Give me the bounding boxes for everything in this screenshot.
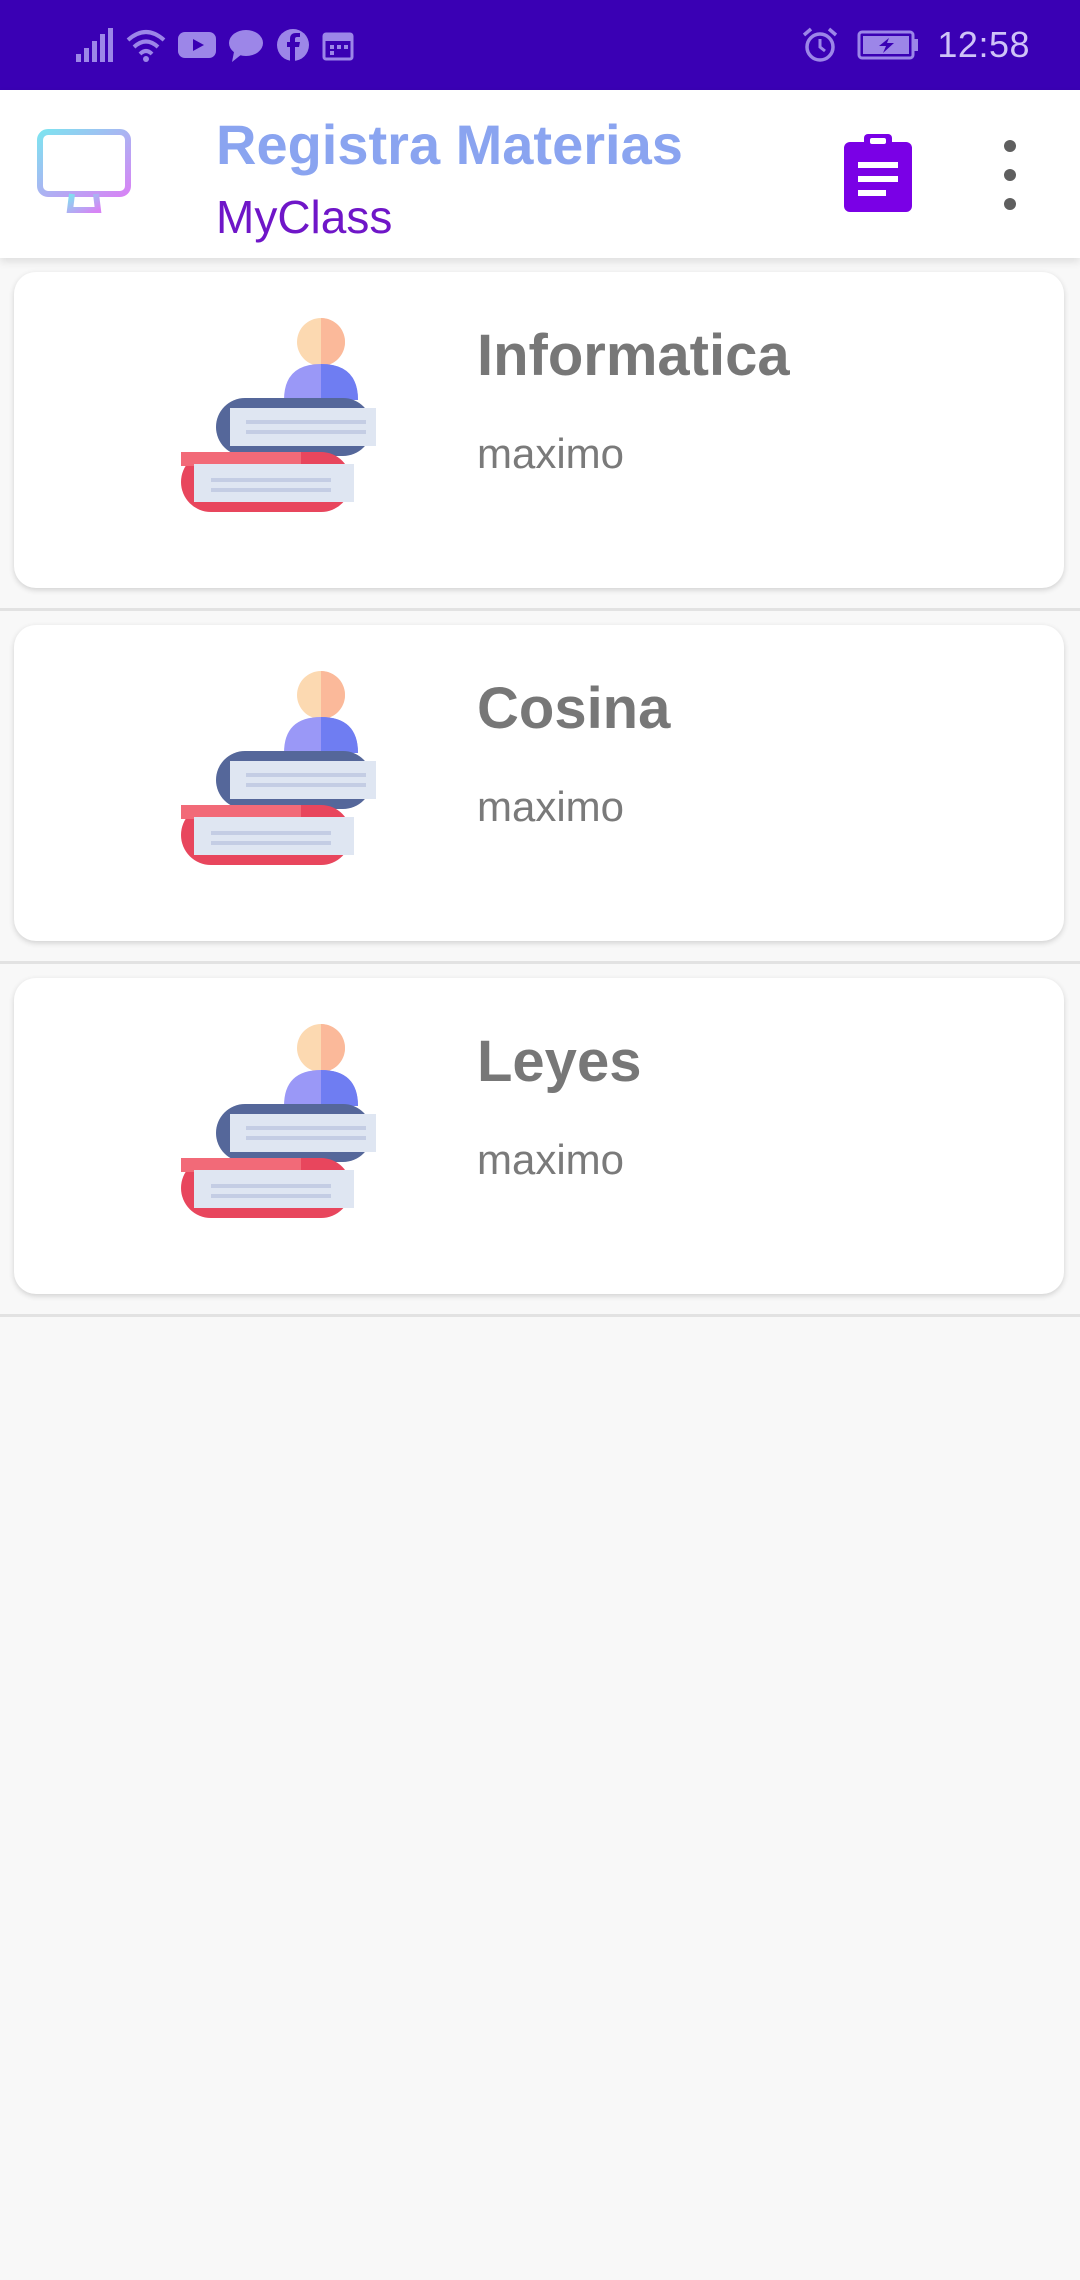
subject-list: Informatica maximo Cosina maximo Leyes m… xyxy=(0,258,1080,1317)
subject-card[interactable]: Cosina maximo xyxy=(14,625,1064,941)
status-bar: 12:58 xyxy=(0,0,1080,90)
app-subtitle: MyClass xyxy=(216,191,393,243)
subject-card[interactable]: Informatica maximo xyxy=(14,272,1064,588)
books-student-icon xyxy=(181,1024,376,1218)
app-bar: Registra Materias MyClass xyxy=(0,90,1080,258)
status-time: 12:58 xyxy=(937,24,1030,65)
battery-charging-icon xyxy=(857,30,919,60)
menu-dot xyxy=(1004,140,1016,152)
monitor-icon xyxy=(37,129,131,213)
clipboard-icon[interactable] xyxy=(842,134,914,214)
books-student-icon xyxy=(181,671,376,865)
subject-teacher: maximo xyxy=(477,783,625,830)
facebook-icon xyxy=(277,29,309,61)
subject-title: Leyes xyxy=(477,1029,642,1094)
list-item: Leyes maximo xyxy=(0,964,1080,1317)
youtube-icon xyxy=(178,32,216,58)
subject-teacher: maximo xyxy=(477,1136,625,1183)
chat-icon xyxy=(229,30,263,62)
signal-icon xyxy=(76,28,113,62)
books-student-icon xyxy=(181,318,376,512)
menu-dot xyxy=(1004,169,1016,181)
subject-teacher: maximo xyxy=(477,430,625,477)
subject-card[interactable]: Leyes maximo xyxy=(14,978,1064,1294)
list-item: Cosina maximo xyxy=(0,611,1080,964)
wifi-icon xyxy=(126,30,166,62)
status-left-icons xyxy=(74,22,354,68)
alarm-icon xyxy=(803,27,838,62)
list-item: Informatica maximo xyxy=(0,258,1080,611)
subject-title: Informatica xyxy=(477,323,790,388)
page-title: Registra Materias xyxy=(216,113,683,176)
menu-dot xyxy=(1004,198,1016,210)
calendar-icon xyxy=(322,32,354,61)
status-right-icons: 12:58 xyxy=(801,22,1030,68)
subject-title: Cosina xyxy=(477,676,671,741)
more-vert-icon[interactable] xyxy=(990,140,1030,210)
